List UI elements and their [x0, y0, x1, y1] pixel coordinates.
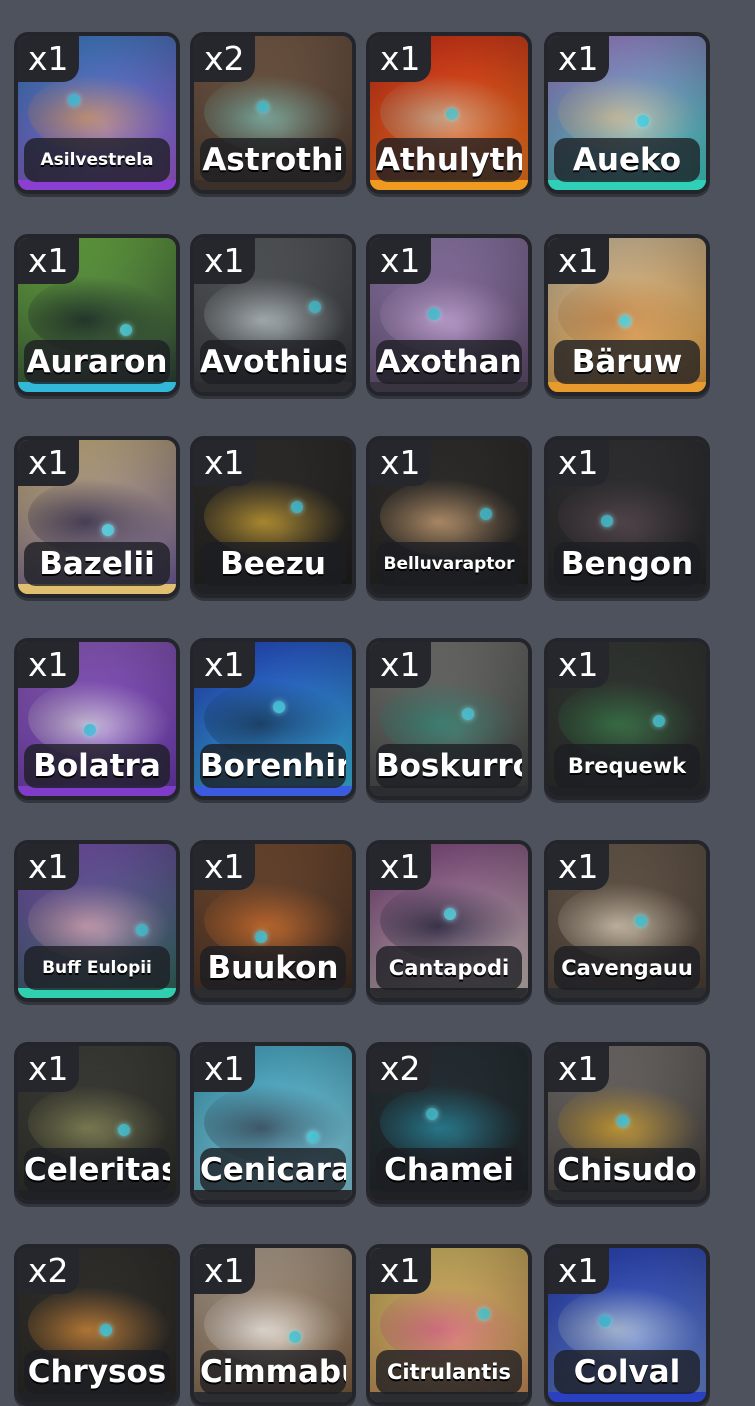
quantity-badge: x1 [370, 238, 431, 284]
quantity-badge: x1 [18, 440, 79, 486]
quantity-badge: x2 [194, 36, 255, 82]
quantity-badge: x1 [194, 844, 255, 890]
creature-card[interactable]: x1 Auraron [14, 234, 180, 396]
creature-card[interactable]: x2 Chrysos [14, 1244, 180, 1406]
quantity-badge: x1 [18, 844, 79, 890]
quantity-badge: x1 [548, 1248, 609, 1294]
quantity-badge: x1 [194, 1046, 255, 1092]
creature-name-label: Astrothi [200, 138, 346, 182]
inventory-grid: x1 Asilvestrela x2 Astrothi x1 Athulyth x1 Auek… [0, 0, 755, 1406]
creature-name-label: Bolatra [24, 744, 170, 788]
creature-name-label: Bengon [554, 542, 700, 586]
creature-card[interactable]: x1 Celeritas [14, 1042, 180, 1204]
quantity-badge: x1 [370, 844, 431, 890]
creature-name-label: Colval [554, 1350, 700, 1394]
creature-name-label: Aueko [554, 138, 700, 182]
creature-name-label: Auraron [24, 340, 170, 384]
quantity-badge: x1 [370, 642, 431, 688]
creature-name-label: Brequewk [554, 744, 700, 788]
creature-card[interactable]: x2 Astrothi [190, 32, 356, 194]
creature-name-label: Buukon [200, 946, 346, 990]
creature-card[interactable]: x1 Cenicara [190, 1042, 356, 1204]
quantity-badge: x1 [18, 36, 79, 82]
quantity-badge: x1 [548, 642, 609, 688]
quantity-badge: x1 [18, 238, 79, 284]
creature-card[interactable]: x1 Borenhir [190, 638, 356, 800]
creature-name-label: Borenhir [200, 744, 346, 788]
creature-card[interactable]: x2 Chamei [366, 1042, 532, 1204]
quantity-badge: x2 [18, 1248, 79, 1294]
creature-card[interactable]: x1 Buff Eulopii [14, 840, 180, 1002]
creature-card[interactable]: x1 Belluvaraptor [366, 436, 532, 598]
creature-card[interactable]: x1 Citrulantis [366, 1244, 532, 1406]
creature-card[interactable]: x1 Chisudo [544, 1042, 710, 1204]
creature-name-label: Beezu [200, 542, 346, 586]
quantity-badge: x1 [548, 844, 609, 890]
quantity-badge: x1 [370, 36, 431, 82]
creature-name-label: Celeritas [24, 1148, 170, 1192]
quantity-badge: x1 [548, 440, 609, 486]
creature-name-label: Boskurro [376, 744, 522, 788]
creature-name-label: Athulyth [376, 138, 522, 182]
creature-card[interactable]: x1 Bazelii [14, 436, 180, 598]
quantity-badge: x1 [18, 642, 79, 688]
creature-name-label: Axothan [376, 340, 522, 384]
quantity-badge: x1 [548, 238, 609, 284]
quantity-badge: x1 [370, 1248, 431, 1294]
quantity-badge: x1 [194, 440, 255, 486]
creature-card[interactable]: x1 Beezu [190, 436, 356, 598]
creature-name-label: Cimmabu [200, 1350, 346, 1394]
quantity-badge: x1 [18, 1046, 79, 1092]
creature-name-label: Avothius [200, 340, 346, 384]
creature-card[interactable]: x1 Athulyth [366, 32, 532, 194]
creature-name-label: Bazelii [24, 542, 170, 586]
creature-card[interactable]: x1 Brequewk [544, 638, 710, 800]
creature-name-label: Belluvaraptor [376, 542, 522, 586]
creature-card[interactable]: x1 Bengon [544, 436, 710, 598]
creature-card[interactable]: x1 Aueko [544, 32, 710, 194]
creature-card[interactable]: x1 Boskurro [366, 638, 532, 800]
creature-name-label: Chamei [376, 1148, 522, 1192]
creature-name-label: Bäruw [554, 340, 700, 384]
quantity-badge: x1 [370, 440, 431, 486]
creature-name-label: Chrysos [24, 1350, 170, 1394]
quantity-badge: x1 [548, 1046, 609, 1092]
creature-name-label: Citrulantis [376, 1350, 522, 1394]
creature-card[interactable]: x1 Axothan [366, 234, 532, 396]
creature-name-label: Buff Eulopii [24, 946, 170, 990]
quantity-badge: x1 [194, 642, 255, 688]
creature-card[interactable]: x1 Avothius [190, 234, 356, 396]
quantity-badge: x1 [194, 238, 255, 284]
creature-card[interactable]: x1 Colval [544, 1244, 710, 1406]
creature-name-label: Cantapodi [376, 946, 522, 990]
quantity-badge: x2 [370, 1046, 431, 1092]
creature-card[interactable]: x1 Bolatra [14, 638, 180, 800]
quantity-badge: x1 [194, 1248, 255, 1294]
creature-name-label: Cavengauu [554, 946, 700, 990]
creature-name-label: Asilvestrela [24, 138, 170, 182]
creature-card[interactable]: x1 Cavengauu [544, 840, 710, 1002]
creature-card[interactable]: x1 Cantapodi [366, 840, 532, 1002]
creature-card[interactable]: x1 Asilvestrela [14, 32, 180, 194]
creature-card[interactable]: x1 Bäruw [544, 234, 710, 396]
quantity-badge: x1 [548, 36, 609, 82]
creature-card[interactable]: x1 Cimmabu [190, 1244, 356, 1406]
creature-name-label: Cenicara [200, 1148, 346, 1192]
creature-name-label: Chisudo [554, 1148, 700, 1192]
creature-card[interactable]: x1 Buukon [190, 840, 356, 1002]
